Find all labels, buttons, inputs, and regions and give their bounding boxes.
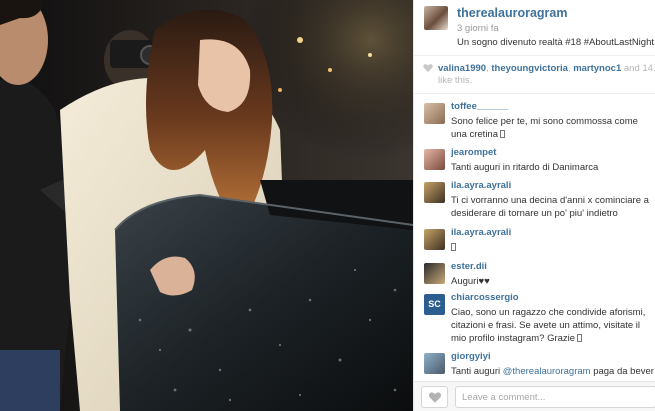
commenter-avatar[interactable] — [424, 263, 445, 284]
commenter-avatar[interactable] — [424, 353, 445, 374]
commenter-avatar[interactable] — [424, 229, 445, 250]
comment-text: Auguri♥♥ — [451, 276, 490, 287]
comment-footer — [414, 381, 655, 411]
like-button[interactable] — [421, 386, 448, 408]
heart-icon — [423, 64, 433, 72]
author-avatar[interactable] — [424, 6, 448, 30]
commenter-username[interactable]: chiarcossergio — [451, 292, 519, 303]
missing-glyph-icon — [577, 334, 583, 342]
likes-suffix: like this. — [438, 75, 473, 86]
missing-glyph-icon — [451, 243, 456, 251]
comment-text: Ciao, sono un ragazzo che condivide afor… — [451, 307, 646, 344]
comment-text: Sono felice per te, mi sono commossa com… — [451, 116, 638, 140]
post-header: therealauroragram 3 giorni fa Un sogno d… — [414, 0, 655, 56]
liker-link[interactable]: theyoungvictoria — [491, 63, 568, 74]
post-timestamp: 3 giorni fa — [457, 23, 499, 34]
likes-and: and — [623, 63, 640, 74]
likes-count[interactable]: 14.2k — [642, 63, 655, 74]
commenter-avatar[interactable] — [424, 103, 445, 124]
comments-panel: therealauroragram 3 giorni fa Un sogno d… — [413, 0, 655, 411]
comment-text: Ti ci vorranno una decina d'anni x comin… — [451, 195, 649, 219]
author-username[interactable]: therealauroragram — [457, 6, 567, 20]
commenter-username[interactable]: toffee______ — [451, 101, 509, 112]
liker-link[interactable]: valina1990 — [438, 63, 486, 74]
like-heart-icon — [428, 392, 442, 403]
likes-summary: valina1990, theyoungvictoria, martynoc1 … — [414, 60, 655, 94]
comment-text: Tanti auguri @therealauroragram paga da … — [451, 366, 654, 377]
commenter-username[interactable]: jearompet — [451, 147, 496, 158]
post-photo — [0, 0, 413, 411]
comment-text — [451, 241, 653, 254]
post-caption: Un sogno divenuto realtà #18 #AboutLastN… — [457, 37, 654, 48]
comment-input[interactable] — [455, 386, 655, 408]
commenter-avatar[interactable] — [424, 149, 445, 170]
missing-glyph-icon — [500, 130, 506, 138]
photo-illustration — [0, 0, 413, 411]
mention-link[interactable]: @therealauroragram — [503, 366, 591, 377]
liker-link[interactable]: martynoc1 — [573, 63, 621, 74]
comment-text: Tanti auguri in ritardo di Danimarca — [451, 162, 599, 173]
commenter-username[interactable]: ila.ayra.ayrali — [451, 180, 511, 191]
commenter-username[interactable]: ila.ayra.ayrali — [451, 227, 511, 238]
commenter-username[interactable]: ester.dii — [451, 261, 487, 272]
commenter-username[interactable]: giorgyiyi — [451, 351, 491, 362]
commenter-avatar[interactable]: SC — [424, 294, 445, 315]
commenter-avatar[interactable] — [424, 182, 445, 203]
likes-line: valina1990, theyoungvictoria, martynoc1 … — [438, 63, 655, 75]
